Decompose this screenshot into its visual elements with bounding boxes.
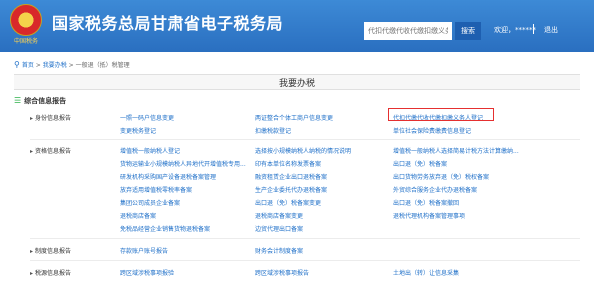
link-identity-4[interactable]: 扣缴税款登记 bbox=[255, 126, 291, 135]
site-title: 国家税务总局甘肃省电子税务局 bbox=[52, 14, 284, 33]
link-identity-1[interactable]: 两证整合个体工商户信息变更 bbox=[255, 113, 333, 122]
emblem-caption: 中国税务 bbox=[13, 38, 38, 45]
link-qual-8[interactable]: 出口货物劳务放弃退（免）税权备案 bbox=[393, 172, 489, 181]
section-divider bbox=[30, 238, 580, 239]
bullet-icon: ▸ bbox=[30, 115, 34, 122]
breadcrumb: ⚲ 首页 > 我要办税 > 一般退（抵）税管理 bbox=[14, 60, 130, 69]
user-greeting[interactable]: 欢迎，****** bbox=[494, 25, 536, 35]
link-identity-5[interactable]: 单位社会保险费缴费信息登记 bbox=[393, 126, 471, 135]
link-identity-3[interactable]: 变更税务登记 bbox=[120, 126, 156, 135]
section-divider bbox=[30, 260, 580, 261]
bullet-icon: ▸ bbox=[30, 148, 34, 155]
header-separator bbox=[533, 24, 534, 34]
link-qual-10[interactable]: 生产企业委托代办退税备案 bbox=[255, 185, 327, 194]
logout-link[interactable]: 退出 bbox=[544, 25, 558, 35]
section-label-system: ▸ 制度信息报告 bbox=[30, 248, 72, 255]
link-qual-2[interactable]: 增值税一般纳税人选择简易计税方法计算缴纳... bbox=[393, 146, 519, 155]
link-qual-6[interactable]: 研发机构采购国产设备退税备案管理 bbox=[120, 172, 216, 181]
link-system-0[interactable]: 存款账户账号报告 bbox=[120, 246, 168, 255]
link-system-1[interactable]: 财务会计制度备案 bbox=[255, 246, 303, 255]
section-label-identity: ▸ 身份信息报告 bbox=[30, 115, 72, 122]
group-heading: ☰ 综合信息报告 bbox=[14, 96, 66, 106]
link-qual-5[interactable]: 出口退（免）税备案 bbox=[393, 159, 447, 168]
bullet-icon: ▸ bbox=[30, 270, 34, 277]
link-qual-16[interactable]: 退税商店备案变更 bbox=[255, 211, 303, 220]
breadcrumb-separator: > bbox=[33, 62, 43, 69]
breadcrumb-level2[interactable]: 我要办税 bbox=[43, 62, 67, 69]
link-qual-9[interactable]: 放弃适用增值税零税率备案 bbox=[120, 185, 192, 194]
section-divider bbox=[30, 139, 580, 140]
link-qual-1[interactable]: 选择按小规模纳税人纳税的情况说明 bbox=[255, 146, 351, 155]
link-taxsource-1[interactable]: 跨区域涉税事项报告 bbox=[255, 268, 309, 277]
list-icon: ☰ bbox=[14, 96, 22, 105]
site-header: 中国税务 国家税务总局甘肃省电子税务局 搜索 欢迎，****** 退出 bbox=[0, 0, 594, 52]
link-qual-0[interactable]: 增值税一般纳税人登记 bbox=[120, 146, 180, 155]
link-qual-14[interactable]: 出口退（免）税备案撤回 bbox=[393, 198, 459, 207]
breadcrumb-home[interactable]: 首页 bbox=[22, 62, 34, 69]
link-qual-11[interactable]: 外贸综合服务企业代办退税备案 bbox=[393, 185, 477, 194]
link-qual-3[interactable]: 货物运输业小规模纳税人异地代开增值税专用... bbox=[120, 159, 246, 168]
link-taxsource-0[interactable]: 跨区域涉税事项报验 bbox=[120, 268, 174, 277]
search-input[interactable] bbox=[364, 22, 452, 40]
link-identity-0[interactable]: 一照一码户信息变更 bbox=[120, 113, 174, 122]
link-qual-4[interactable]: 印有本单位名称发票备案 bbox=[255, 159, 321, 168]
link-qual-7[interactable]: 融资租赁企业出口退税备案 bbox=[255, 172, 327, 181]
section-label-qualification: ▸ 资格信息报告 bbox=[30, 148, 72, 155]
page-title-bar: 我要办税 bbox=[14, 74, 580, 90]
section-label-taxsource: ▸ 税源信息报告 bbox=[30, 270, 72, 277]
group-title: 综合信息报告 bbox=[24, 97, 67, 105]
highlight-box bbox=[388, 108, 494, 121]
page-title: 我要办税 bbox=[278, 79, 315, 89]
link-qual-13[interactable]: 出口退（免）税备案变更 bbox=[255, 198, 321, 207]
tax-emblem-icon bbox=[10, 4, 42, 36]
location-pin-icon: ⚲ bbox=[14, 60, 20, 69]
link-qual-12[interactable]: 集团公司成员企业备案 bbox=[120, 198, 180, 207]
link-taxsource-2[interactable]: 土地出（转）让信息采集 bbox=[393, 268, 459, 277]
link-qual-19[interactable]: 边贸代理出口备案 bbox=[255, 224, 303, 233]
bullet-icon: ▸ bbox=[30, 248, 34, 255]
breadcrumb-separator: > bbox=[66, 62, 76, 69]
link-qual-17[interactable]: 退税代理机构备案管理事项 bbox=[393, 211, 465, 220]
link-qual-15[interactable]: 退税商店备案 bbox=[120, 211, 156, 220]
search-button[interactable]: 搜索 bbox=[455, 22, 481, 40]
link-qual-18[interactable]: 免税品经营企业销售货物退税备案 bbox=[120, 224, 210, 233]
breadcrumb-current: 一般退（抵）税管理 bbox=[75, 62, 130, 69]
